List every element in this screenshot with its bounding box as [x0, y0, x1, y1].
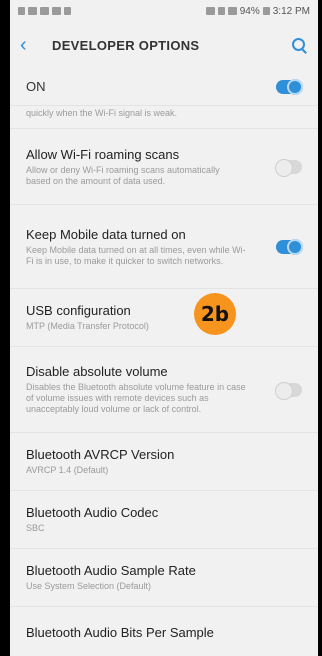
- setting-title: Allow Wi-Fi roaming scans: [26, 146, 180, 162]
- mobile-data-toggle[interactable]: [276, 238, 303, 255]
- setting-description: SBC: [26, 523, 45, 533]
- image-icon: [40, 7, 49, 15]
- clock: 3:12 PM: [272, 5, 310, 17]
- notification-icon: [18, 7, 25, 15]
- phone-screen: 94% 3:12 PM ‹ DEVELOPER OPTIONS ON quick…: [10, 0, 318, 656]
- mail-icon: [28, 7, 37, 15]
- setting-bluetooth-avrcp[interactable]: Bluetooth AVRCP Version AVRCP 1.4 (Defau…: [10, 433, 318, 491]
- battery-icon: [262, 7, 270, 15]
- setting-title: Bluetooth Audio Sample Rate: [26, 563, 196, 578]
- setting-description: Keep Mobile data turned on at all times,…: [26, 244, 246, 266]
- setting-keep-mobile-data[interactable]: Keep Mobile data turned on Keep Mobile d…: [10, 205, 318, 289]
- battery-percent: 94%: [239, 5, 260, 17]
- setting-title: Bluetooth AVRCP Version: [26, 447, 175, 462]
- system-icons: 94% 3:12 PM: [205, 5, 310, 17]
- step-badge: 2b: [194, 293, 236, 335]
- setting-description: AVRCP 1.4 (Default): [26, 465, 109, 475]
- setting-title: Disable absolute volume: [26, 364, 168, 379]
- setting-title: USB configuration: [26, 303, 131, 318]
- setting-usb-configuration[interactable]: USB configuration MTP (Media Transfer Pr…: [10, 289, 318, 347]
- warning-icon: [64, 7, 71, 15]
- setting-title: Bluetooth Audio Bits Per Sample: [26, 625, 214, 640]
- status-bar: 94% 3:12 PM: [10, 0, 318, 22]
- device-frame: 94% 3:12 PM ‹ DEVELOPER OPTIONS ON quick…: [0, 0, 322, 656]
- setting-bluetooth-sample-rate[interactable]: Bluetooth Audio Sample Rate Use System S…: [10, 549, 318, 607]
- setting-bluetooth-audio-codec[interactable]: Bluetooth Audio Codec SBC: [10, 491, 318, 549]
- search-icon[interactable]: [290, 36, 308, 54]
- nfc-icon: [205, 7, 215, 15]
- setting-description: Allow or deny Wi-Fi roaming scans automa…: [26, 164, 220, 186]
- master-switch-label: ON: [26, 79, 46, 94]
- absolute-volume-toggle[interactable]: [275, 381, 302, 400]
- chevron-left-icon[interactable]: ‹: [20, 34, 44, 57]
- notification-icons: [18, 7, 71, 15]
- setting-description: Disables the Bluetooth absolute volume f…: [26, 382, 246, 414]
- setting-title: Bluetooth Audio Codec: [26, 505, 159, 520]
- setting-disable-absolute-volume[interactable]: Disable absolute volume Disables the Blu…: [10, 347, 318, 433]
- wifi-roaming-toggle[interactable]: [275, 158, 302, 177]
- mute-icon: [217, 7, 225, 15]
- setting-title: Keep Mobile data turned on: [26, 226, 186, 242]
- setting-bluetooth-bits-per-sample[interactable]: Bluetooth Audio Bits Per Sample: [10, 607, 318, 647]
- master-toggle[interactable]: [276, 78, 303, 95]
- signal-icon: [227, 7, 237, 15]
- settings-list: ON quickly when the Wi-Fi signal is weak…: [10, 68, 318, 647]
- gallery-icon: [52, 7, 61, 15]
- page-title: DEVELOPER OPTIONS: [52, 37, 200, 53]
- setting-description: Use System Selection (Default): [26, 581, 152, 591]
- setting-wifi-roaming-scans[interactable]: Allow Wi-Fi roaming scans Allow or deny …: [10, 129, 318, 205]
- developer-options-master-row[interactable]: ON: [10, 68, 318, 106]
- partial-setting-description: quickly when the Wi-Fi signal is weak.: [10, 106, 318, 129]
- app-bar: ‹ DEVELOPER OPTIONS: [10, 22, 318, 68]
